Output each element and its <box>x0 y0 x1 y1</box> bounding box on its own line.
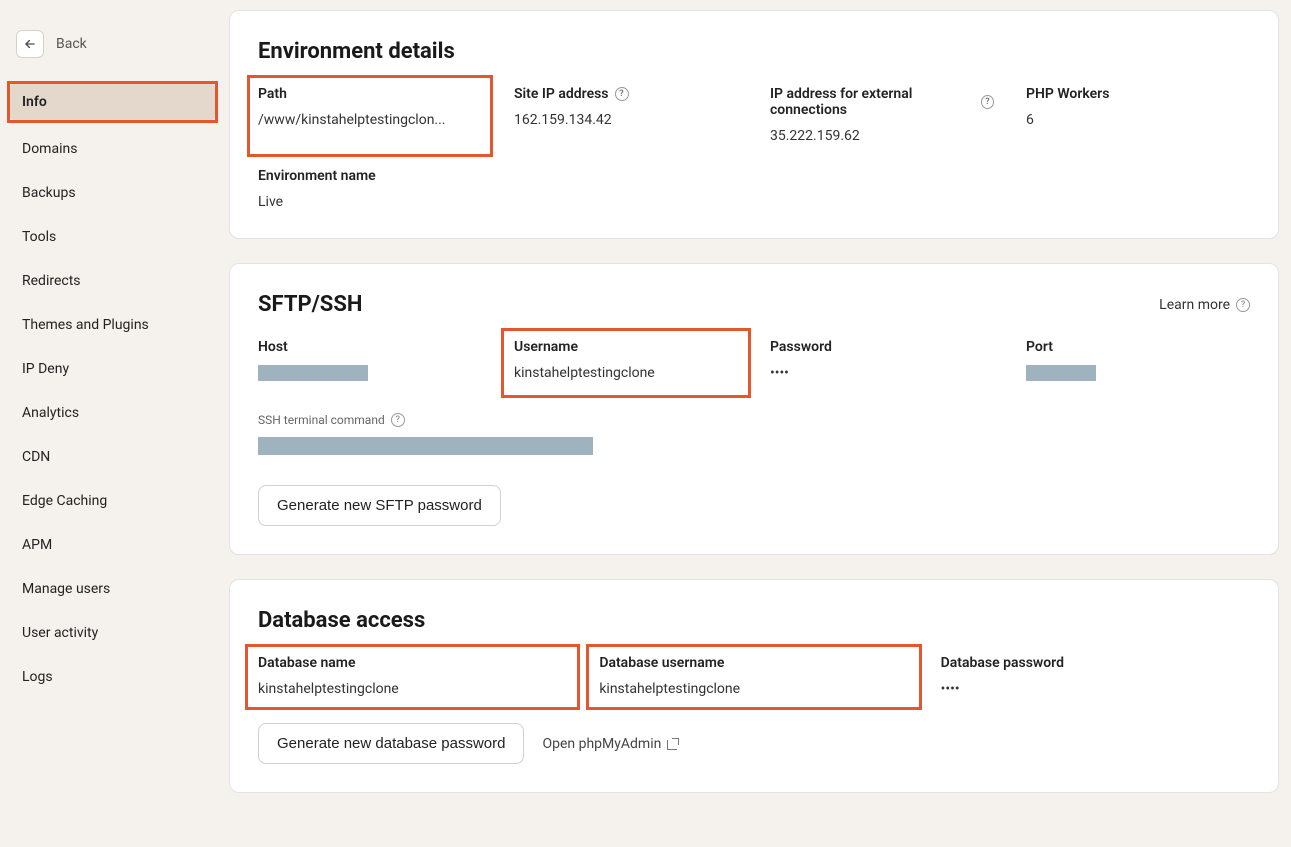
site-ip-field: Site IP address 162.159.134.42 <box>514 86 738 144</box>
host-value-redacted <box>258 365 368 381</box>
db-password-label: Database password <box>941 655 1250 671</box>
database-card: Database access Database name kinstahelp… <box>229 579 1279 793</box>
port-field: Port <box>1026 339 1250 385</box>
username-field-highlight: Username kinstahelptestingclone <box>501 328 751 398</box>
port-value-redacted <box>1026 365 1096 381</box>
nav-item-redirects[interactable]: Redirects <box>10 263 215 299</box>
php-workers-value: 6 <box>1026 112 1250 128</box>
learn-more-link[interactable]: Learn more <box>1159 297 1250 313</box>
path-field-highlight: Path /www/kinstahelptestingclon... <box>247 75 493 157</box>
sftp-password-label: Password <box>770 339 994 355</box>
environment-title: Environment details <box>258 39 1250 64</box>
nav-item-manage-users[interactable]: Manage users <box>10 571 215 607</box>
external-ip-label: IP address for external connections <box>770 86 994 118</box>
back-label: Back <box>56 36 87 52</box>
nav-item-info[interactable]: Info <box>10 84 215 120</box>
nav-item-edge-caching[interactable]: Edge Caching <box>10 483 215 519</box>
help-icon[interactable] <box>391 413 405 427</box>
environment-card: Environment details Path /www/kinstahelp… <box>229 10 1279 239</box>
nav-item-analytics[interactable]: Analytics <box>10 395 215 431</box>
db-username-field-highlight: Database username kinstahelptestingclone <box>586 644 921 710</box>
db-username-label: Database username <box>599 655 908 671</box>
php-workers-label: PHP Workers <box>1026 86 1250 102</box>
ssh-command-redacted <box>258 437 593 455</box>
generate-sftp-password-button[interactable]: Generate new SFTP password <box>258 485 501 526</box>
nav-list: Info Domains Backups Tools Redirects Themes a… <box>10 84 215 703</box>
nav-item-backups[interactable]: Backups <box>10 175 215 211</box>
generate-db-password-button[interactable]: Generate new database password <box>258 723 524 764</box>
sftp-username-label: Username <box>514 339 738 355</box>
php-workers-field: PHP Workers 6 <box>1026 86 1250 144</box>
nav-item-user-activity[interactable]: User activity <box>10 615 215 651</box>
db-name-label: Database name <box>258 655 567 671</box>
nav-item-domains[interactable]: Domains <box>10 131 215 167</box>
db-name-field-highlight: Database name kinstahelptestingclone <box>245 644 580 710</box>
arrow-left-icon <box>23 37 37 51</box>
nav-item-logs[interactable]: Logs <box>10 659 215 695</box>
db-name-value: kinstahelptestingclone <box>258 681 567 697</box>
sftp-card: SFTP/SSH Learn more Host Username kinsta… <box>229 263 1279 555</box>
host-field: Host <box>258 339 482 385</box>
environment-name-label: Environment name <box>258 168 482 184</box>
external-ip-value: 35.222.159.62 <box>770 128 994 144</box>
main-content: Environment details Path /www/kinstahelp… <box>225 0 1291 847</box>
nav-item-tools[interactable]: Tools <box>10 219 215 255</box>
database-title: Database access <box>258 608 1250 633</box>
nav-item-apm[interactable]: APM <box>10 527 215 563</box>
nav-item-cdn[interactable]: CDN <box>10 439 215 475</box>
port-label: Port <box>1026 339 1250 355</box>
path-label: Path <box>258 86 482 102</box>
ssh-command-row: SSH terminal command <box>258 413 1250 459</box>
path-value: /www/kinstahelptestingclon... <box>258 112 482 128</box>
help-icon <box>1236 298 1250 312</box>
external-link-icon <box>667 738 679 750</box>
external-ip-field: IP address for external connections 35.2… <box>770 86 994 144</box>
back-row: Back <box>10 30 215 58</box>
sftp-password-field: Password •••• <box>770 339 994 385</box>
sftp-username-value: kinstahelptestingclone <box>514 365 738 381</box>
help-icon[interactable] <box>615 87 629 101</box>
sftp-title: SFTP/SSH <box>258 292 362 317</box>
sidebar: Back Info Domains Backups Tools Redirects The… <box>0 0 225 847</box>
db-password-field: Database password •••• <box>941 655 1250 697</box>
ssh-command-label: SSH terminal command <box>258 413 1250 427</box>
open-phpmyadmin-link[interactable]: Open phpMyAdmin <box>542 736 679 752</box>
back-button[interactable] <box>16 30 44 58</box>
environment-name-value: Live <box>258 194 482 210</box>
nav-item-themes-and-plugins[interactable]: Themes and Plugins <box>10 307 215 343</box>
nav-item-highlight: Info <box>7 81 218 123</box>
environment-name-field: Environment name Live <box>258 168 482 210</box>
db-username-value: kinstahelptestingclone <box>599 681 908 697</box>
site-ip-value: 162.159.134.42 <box>514 112 738 128</box>
site-ip-label: Site IP address <box>514 86 738 102</box>
sftp-password-value: •••• <box>770 365 994 381</box>
nav-item-ip-deny[interactable]: IP Deny <box>10 351 215 387</box>
db-password-value: •••• <box>941 681 1250 697</box>
help-icon[interactable] <box>981 95 994 109</box>
host-label: Host <box>258 339 482 355</box>
